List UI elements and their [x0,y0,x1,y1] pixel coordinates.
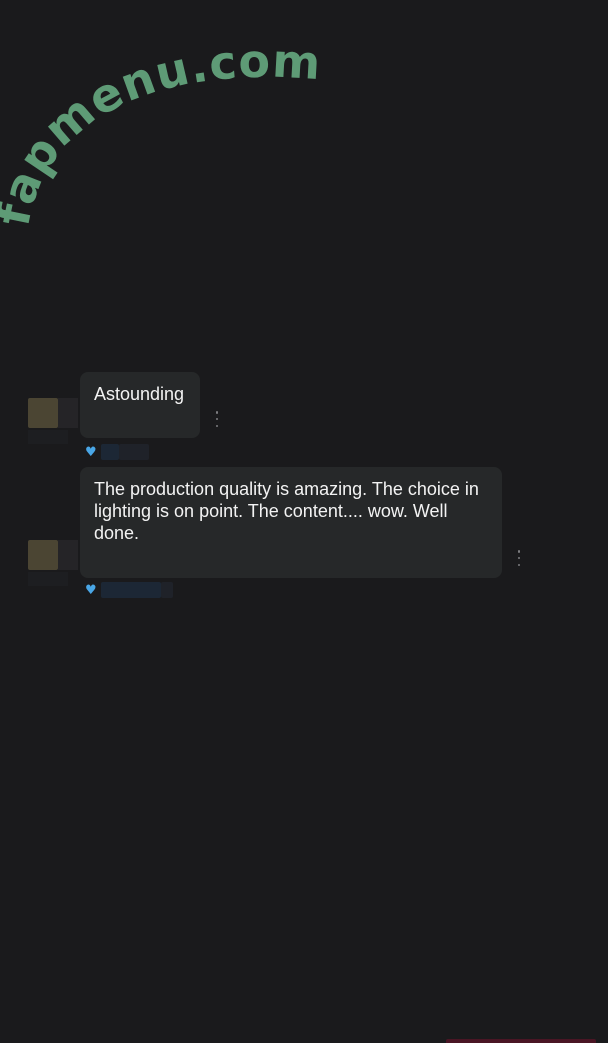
avatar-caption [28,572,68,586]
comment-text: Astounding [94,384,185,404]
comment-bubble: The production quality is amazing. The c… [80,467,502,578]
watermark-text: fapmenu.com [0,33,320,230]
avatar[interactable] [28,540,78,570]
more-options-icon[interactable] [211,411,223,427]
blue-heart-icon: ♥ [85,582,97,598]
reaction-bar[interactable]: ♥ [85,581,173,599]
avatar[interactable] [28,398,78,428]
reactor-name [100,444,119,460]
blue-heart-icon: ♥ [85,444,97,460]
avatar-caption [28,430,68,444]
more-options-icon[interactable] [513,550,525,566]
reaction-bar[interactable]: ♥ [85,443,149,461]
reactor-name [100,582,161,598]
reactor-name-tail [160,582,173,598]
comment-text: The production quality is amazing. The c… [94,479,479,543]
bottom-edge-bar [446,1039,596,1043]
comment-bubble: Astounding [80,372,200,438]
reactor-name-tail [118,444,149,460]
watermark-logo: fapmenu.com [0,33,320,230]
